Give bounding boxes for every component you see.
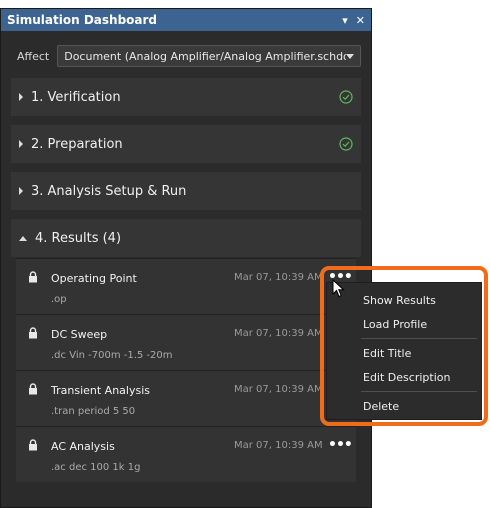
result-name: AC Analysis [51, 440, 115, 453]
affect-dropdown-value: Document (Analog Amplifier/Analog Amplif… [64, 49, 347, 63]
check-circle-icon [339, 137, 353, 151]
menu-item-delete[interactable]: Delete [363, 400, 399, 413]
section-label: 1. Verification [31, 89, 121, 105]
menu-item-load-profile[interactable]: Load Profile [363, 318, 427, 331]
chevron-down-icon [346, 53, 355, 59]
result-row[interactable]: Operating Point .op Mar 07, 10:39 AM ••• [16, 258, 356, 314]
result-row[interactable]: DC Sweep .dc Vin -700m -1.5 -20m Mar 07,… [16, 314, 356, 370]
lock-icon [29, 439, 37, 451]
panel-titlebar: Simulation Dashboard ▾ ✕ [1, 9, 371, 31]
result-row[interactable]: Transient Analysis .tran period 5 50 Mar… [16, 370, 356, 426]
mouse-cursor-icon [332, 279, 345, 298]
section-analysis-setup[interactable]: 3. Analysis Setup & Run [11, 172, 361, 210]
menu-item-edit-title[interactable]: Edit Title [363, 347, 411, 360]
panel-title: Simulation Dashboard [7, 13, 158, 27]
menu-separator [361, 338, 477, 339]
result-name: Operating Point [51, 272, 137, 285]
result-command: .tran period 5 50 [51, 406, 136, 417]
section-label: 2. Preparation [31, 136, 123, 152]
section-verification[interactable]: 1. Verification [11, 78, 361, 116]
section-preparation[interactable]: 2. Preparation [11, 125, 361, 163]
result-date: Mar 07, 10:39 AM [234, 384, 323, 395]
menu-separator [361, 391, 477, 392]
section-label: 4. Results (4) [35, 230, 122, 246]
result-date: Mar 07, 10:39 AM [234, 328, 323, 339]
lock-icon [29, 383, 37, 395]
result-command: .ac dec 100 1k 1g [51, 462, 141, 473]
menu-item-edit-description[interactable]: Edit Description [363, 371, 450, 384]
titlebar-controls: ▾ ✕ [342, 14, 365, 27]
result-date: Mar 07, 10:39 AM [234, 272, 323, 283]
lock-icon [29, 271, 37, 283]
expand-arrow-icon [19, 187, 23, 195]
section-label: 3. Analysis Setup & Run [31, 183, 187, 199]
result-date: Mar 07, 10:39 AM [234, 440, 323, 451]
collapse-arrow-icon [19, 235, 27, 241]
affect-dropdown[interactable]: Document (Analog Amplifier/Analog Amplif… [57, 45, 362, 67]
result-context-menu: Show Results Load Profile Edit Title Edi… [326, 282, 482, 420]
section-results[interactable]: 4. Results (4) [11, 219, 361, 257]
expand-arrow-icon [19, 93, 23, 101]
result-command: .dc Vin -700m -1.5 -20m [51, 350, 173, 361]
results-list: Operating Point .op Mar 07, 10:39 AM •••… [16, 258, 356, 482]
result-row[interactable]: AC Analysis .ac dec 100 1k 1g Mar 07, 10… [16, 426, 356, 482]
result-name: Transient Analysis [51, 384, 150, 397]
lock-icon [29, 327, 37, 339]
close-icon[interactable]: ✕ [356, 14, 365, 27]
more-options-icon[interactable]: ••• [328, 437, 353, 453]
affect-label: Affect [17, 49, 50, 63]
check-circle-icon [339, 90, 353, 104]
expand-arrow-icon [19, 140, 23, 148]
result-command: .op [51, 294, 67, 305]
menu-item-show-results[interactable]: Show Results [363, 294, 436, 307]
pin-icon[interactable]: ▾ [342, 14, 348, 27]
affect-row: Affect Document (Analog Amplifier/Analog… [17, 45, 362, 67]
result-name: DC Sweep [51, 328, 108, 341]
